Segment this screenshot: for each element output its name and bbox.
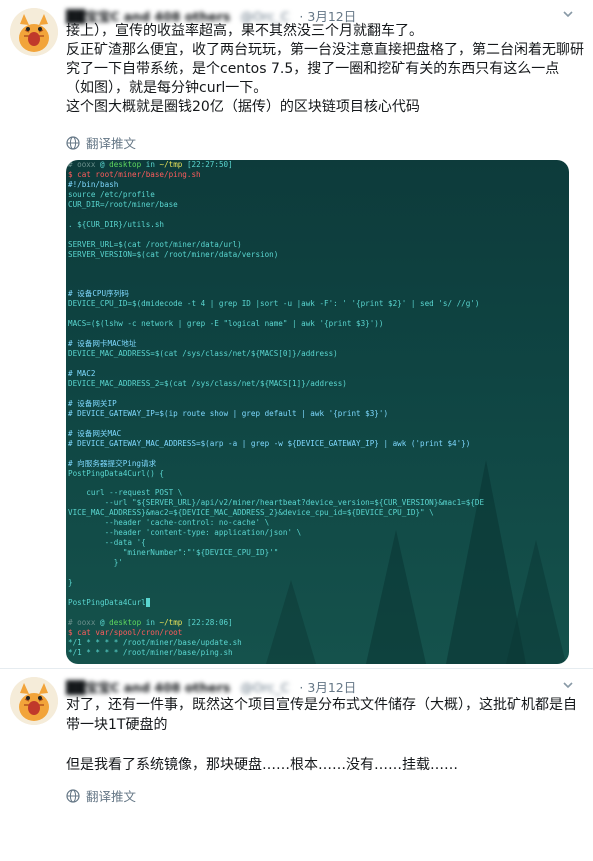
- script-line: --url "${SERVER_URL}/api/v2/miner/heartb…: [68, 498, 485, 508]
- tweet-1: ██宝宝C and 408 others @Orc_C · 3月12日 接上），…: [0, 0, 593, 664]
- script-line: }: [68, 578, 73, 588]
- cron-line: */1 * * * * /root/miner/base/ping.sh: [68, 647, 233, 657]
- tweet-paragraph: [66, 735, 586, 755]
- translate-tweet-link[interactable]: 翻译推文: [66, 133, 136, 152]
- script-line: PostPingData4Curl: [68, 597, 146, 607]
- author-handle[interactable]: @Orc_C: [240, 680, 289, 695]
- tweet-paragraph: 对了，还有一件事，既然这个项目宣传是分布式文件储存（大概），这批矿机都是自带一块…: [66, 697, 577, 733]
- avatar[interactable]: [10, 677, 58, 725]
- script-line: PostPingData4Curl() {: [68, 468, 165, 478]
- tweet-date[interactable]: 3月12日: [307, 680, 356, 695]
- chevron-down-icon[interactable]: [561, 679, 575, 693]
- script-line: --header 'content-type: application/json…: [68, 528, 302, 538]
- script-line: DEVICE_MAC_ADDRESS=$(cat /sys/class/net/…: [68, 349, 338, 359]
- script-line: DEVICE_MAC_ADDRESS_2=$(cat /sys/class/ne…: [68, 378, 347, 388]
- script-line: VICE_MAC_ADDRESS}&mac2=${DEVICE_MAC_ADDR…: [68, 508, 434, 518]
- author-name[interactable]: ██宝宝C and 408 others: [66, 680, 230, 695]
- tweet-paragraph: 但是我看了系统镜像，那块硬盘……根本……没有……挂载……: [66, 757, 458, 773]
- tweet-paragraph: 这个图大概就是圈钱20亿（据传）的区块链项目核心代码: [66, 99, 420, 115]
- globe-icon: [66, 135, 80, 150]
- script-line: SERVER_URL=$(cat /root/miner/data/url): [68, 239, 242, 249]
- globe-icon: [66, 788, 80, 803]
- tweet-paragraph: 接上），宣传的收益率超高，果不其然没三个月就翻车了。: [66, 23, 423, 39]
- script-line: # 设备网卡MAC地址: [68, 339, 137, 349]
- terminal-output: # ooxx @ desktop in ~/tmp [22:27:50] $ c…: [68, 160, 485, 657]
- tweet-header: ██宝宝C and 408 others @Orc_C · 3月12日: [66, 680, 357, 695]
- script-line: # DEVICE_GATEWAY_MAC_ADDRESS=$(arp -a | …: [68, 438, 471, 448]
- script-line: # DEVICE_GATEWAY_IP=$(ip route show | gr…: [68, 408, 389, 418]
- prompt-time: [22:27:50]: [186, 160, 233, 169]
- tweet-text: 接上），宣传的收益率超高，果不其然没三个月就翻车了。 反正矿渣那么便宜，收了两台…: [66, 22, 586, 117]
- command-2: $ cat var/spool/cron/root: [68, 627, 183, 637]
- avatar[interactable]: [10, 8, 58, 56]
- script-line: #!/bin/bash: [68, 179, 119, 189]
- cursor: [145, 597, 151, 607]
- prompt-time-2: [22:28:06]: [186, 617, 233, 627]
- tweet-2: ██宝宝C and 408 others @Orc_C · 3月12日 对了，还…: [0, 669, 593, 861]
- prompt-host: desktop: [109, 160, 142, 169]
- script-line: # MAC2: [68, 369, 96, 379]
- script-line: # 设备网关IP: [68, 398, 117, 408]
- tweet-text: 对了，还有一件事，既然这个项目宣传是分布式文件储存（大概），这批矿机都是自带一块…: [66, 695, 586, 775]
- cron-line: */1 * * * * /root/miner/base/update.sh: [68, 637, 242, 647]
- script-line: # 设备CPU序列码: [68, 289, 129, 299]
- script-line: SERVER_VERSION=$(cat /root/miner/data/ve…: [68, 249, 279, 259]
- script-line: source /etc/profile: [68, 189, 155, 199]
- prompt-dir: ~/tmp: [159, 160, 183, 169]
- script-line: CUR_DIR=/root/miner/base: [68, 199, 178, 209]
- command-1: $ cat root/miner/base/ping.sh: [68, 169, 201, 179]
- script-line: MACS=($(lshw -c network | grep -E "logic…: [68, 319, 384, 329]
- script-content: #!/bin/bash source /etc/profile CUR_DIR=…: [68, 180, 484, 607]
- script-line: # 向服务器提交Ping请求: [68, 458, 157, 468]
- script-line: }': [68, 558, 123, 568]
- translate-tweet-link[interactable]: 翻译推文: [66, 786, 136, 805]
- script-line: # 设备网关MAC: [68, 428, 122, 438]
- script-line: --header 'cache-control: no-cache' \: [68, 518, 270, 528]
- chevron-down-icon[interactable]: [561, 8, 575, 22]
- terminal-screenshot[interactable]: # ooxx @ desktop in ~/tmp [22:27:50] $ c…: [66, 160, 569, 664]
- script-line: . ${CUR_DIR}/utils.sh: [68, 219, 165, 229]
- script-line: --data '{: [68, 538, 146, 548]
- tweet-paragraph: 反正矿渣那么便宜，收了两台玩玩，第一台没注意直接把盘格了，第二台闲着无聊研究了一…: [66, 42, 584, 96]
- translate-label: 翻译推文: [86, 789, 137, 804]
- translate-label: 翻译推文: [86, 136, 137, 151]
- script-line: DEVICE_CPU_ID=$(dmidecode -t 4 | grep ID…: [68, 299, 480, 309]
- script-line: curl --request POST \: [68, 488, 183, 498]
- script-line: "minerNumber":"'${DEVICE_CPU_ID}'": [68, 548, 279, 558]
- prompt-user: # ooxx: [68, 160, 96, 169]
